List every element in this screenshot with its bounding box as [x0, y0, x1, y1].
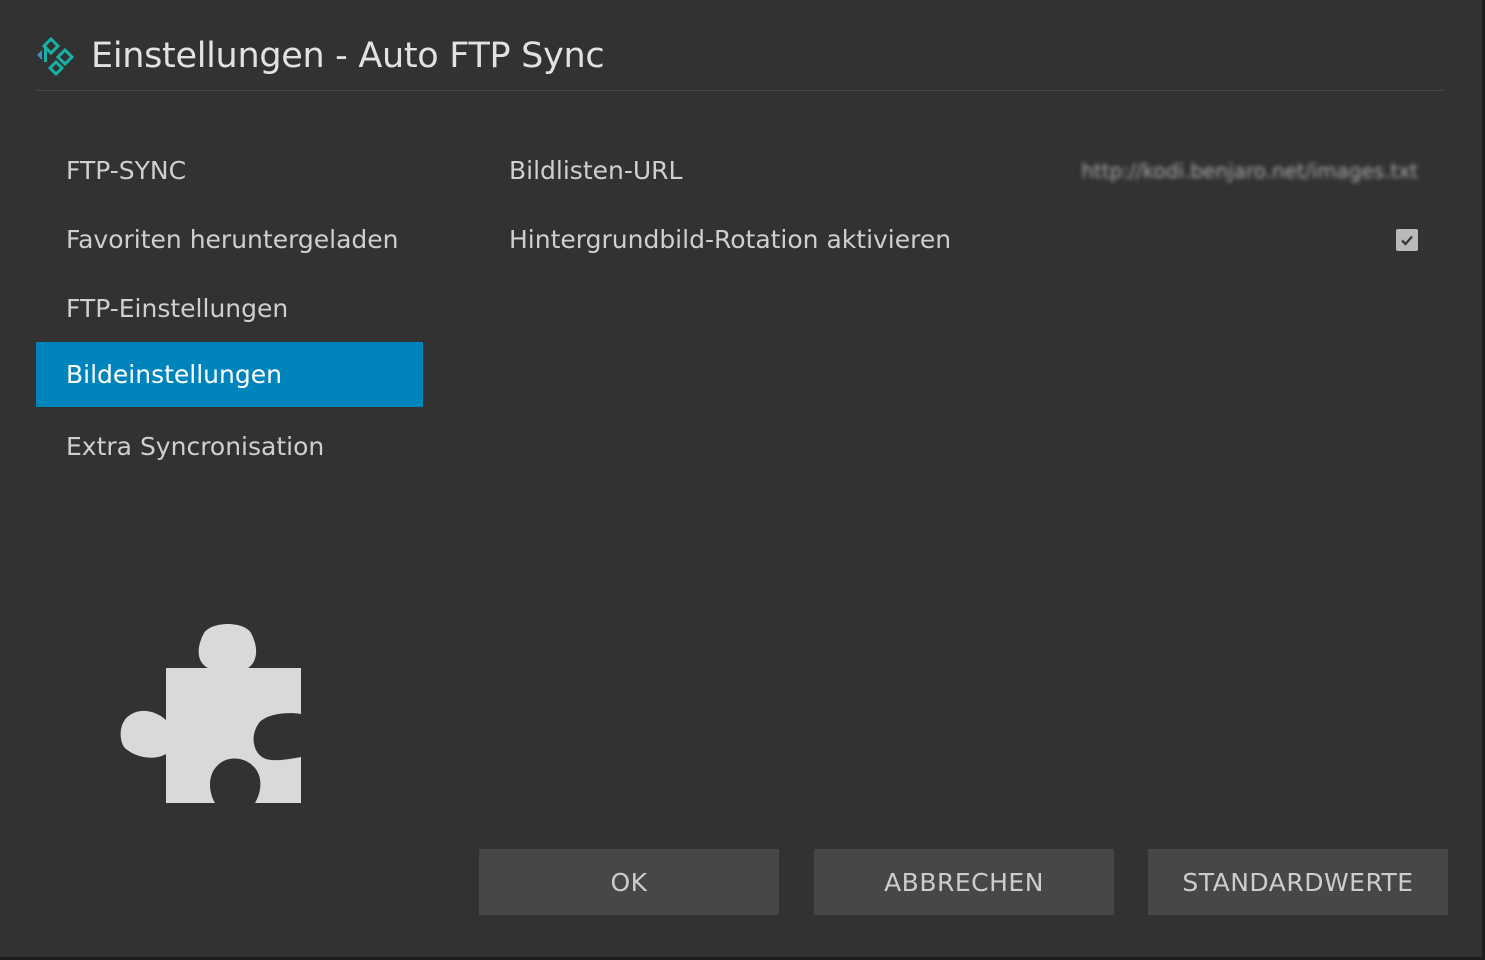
- category-bildeinstellungen[interactable]: Bildeinstellungen: [36, 342, 423, 407]
- defaults-button[interactable]: STANDARDWERTE: [1148, 849, 1448, 915]
- rotation-checkbox[interactable]: [1396, 228, 1418, 251]
- dialog-title: Einstellungen - Auto FTP Sync: [91, 36, 605, 76]
- kodi-logo-icon: [37, 36, 75, 77]
- setting-label: Bildlisten-URL: [509, 156, 683, 185]
- settings-dialog: Einstellungen - Auto FTP Sync FTP-SYNC F…: [0, 0, 1482, 957]
- setting-bildlisten-url[interactable]: Bildlisten-URL http://kodi.benjaro.net/i…: [480, 138, 1446, 203]
- cancel-button[interactable]: ABBRECHEN: [814, 849, 1114, 915]
- ok-button[interactable]: OK: [479, 849, 779, 915]
- category-ftp-sync[interactable]: FTP-SYNC: [36, 138, 423, 203]
- setting-value-url: http://kodi.benjaro.net/images.txt: [1081, 158, 1418, 183]
- header-divider: [36, 90, 1444, 91]
- category-favoriten[interactable]: Favoriten heruntergeladen: [36, 207, 423, 272]
- dialog-header: Einstellungen - Auto FTP Sync: [36, 30, 1444, 90]
- category-extra-syncronisation[interactable]: Extra Syncronisation: [36, 414, 423, 479]
- puzzle-piece-icon: [120, 624, 301, 803]
- setting-label: Hintergrundbild-Rotation aktivieren: [509, 225, 952, 254]
- category-ftp-einstellungen[interactable]: FTP-Einstellungen: [36, 276, 423, 341]
- checkmark-icon: [1401, 235, 1413, 246]
- setting-wallpaper-rotation[interactable]: Hintergrundbild-Rotation aktivieren: [480, 207, 1446, 272]
